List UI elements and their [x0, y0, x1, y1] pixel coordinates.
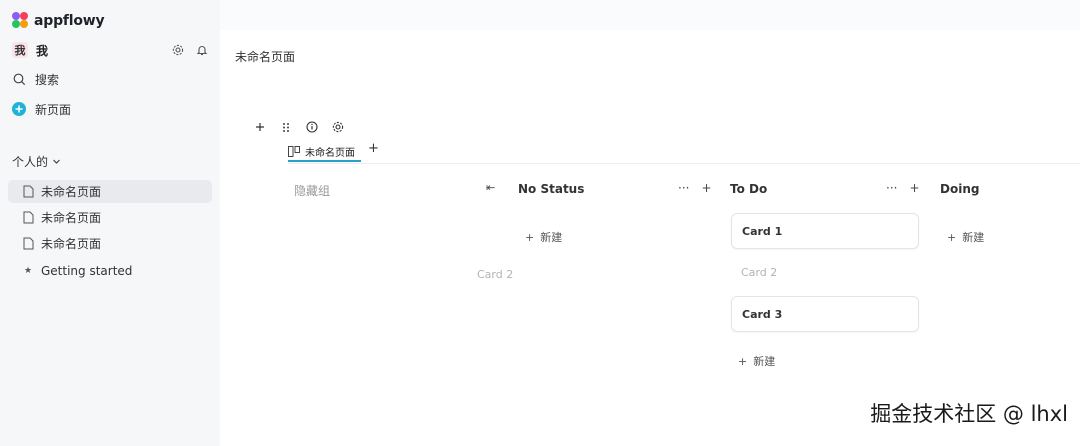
column-actions: ··· + — [886, 181, 920, 195]
plus-circle-icon — [12, 102, 26, 116]
drag-handle-icon[interactable] — [280, 120, 292, 134]
board-icon — [288, 145, 300, 157]
block-toolbar — [254, 120, 344, 134]
settings-gear-icon[interactable] — [172, 41, 184, 60]
more-options-icon[interactable]: ··· — [678, 181, 689, 195]
board-card[interactable]: Card 3 — [731, 296, 919, 332]
appflowy-logo-icon — [12, 12, 29, 29]
new-card-label: 新建 — [962, 231, 985, 244]
column-header-no-status: No Status — [518, 182, 585, 196]
app-window: appflowy 我 我 搜索 新页面 个人的 未命名页面 未命名页面 未命名页… — [0, 0, 1080, 446]
tab-underline — [288, 160, 361, 162]
sidebar-page-item[interactable]: 未命名页面 — [8, 232, 212, 255]
new-card-button[interactable]: + 新建 — [738, 353, 775, 369]
watermark: 掘金技术社区 @ lhxl — [870, 402, 1068, 426]
top-bar — [220, 0, 1080, 30]
page-icon — [22, 185, 34, 198]
search-icon — [12, 72, 26, 86]
new-page-label: 新页面 — [35, 102, 72, 117]
section-personal[interactable]: 个人的 — [12, 153, 61, 170]
sidebar-page-item[interactable]: 未命名页面 — [8, 180, 212, 203]
card-drop-placeholder: Card 2 — [741, 266, 778, 279]
new-card-label: 新建 — [753, 355, 776, 368]
divider — [288, 163, 1080, 164]
search-label: 搜索 — [35, 72, 60, 87]
add-card-icon[interactable]: + — [701, 181, 711, 195]
sidebar-search[interactable]: 搜索 — [12, 69, 59, 89]
collapse-left-icon[interactable]: ⇤ — [486, 181, 495, 194]
sidebar-page-label: 未命名页面 — [41, 211, 102, 225]
page-title: 未命名页面 — [235, 50, 296, 64]
dragging-card-ghost: Card 2 — [477, 268, 514, 281]
plus-icon: + — [738, 354, 748, 368]
sidebar-page-item[interactable]: 未命名页面 — [8, 206, 212, 229]
page-icon — [22, 211, 34, 224]
plus-icon: + — [947, 230, 957, 244]
add-block-icon[interactable] — [254, 120, 266, 134]
brand-name: appflowy — [34, 12, 105, 29]
avatar[interactable]: 我 — [12, 42, 28, 58]
sidebar: appflowy 我 我 搜索 新页面 个人的 未命名页面 未命名页面 未命名页… — [0, 0, 220, 446]
column-header-to-do: To Do — [730, 182, 768, 196]
section-label: 个人的 — [12, 155, 49, 169]
new-card-label: 新建 — [540, 231, 563, 244]
hidden-group-label: 隐藏组 — [294, 184, 331, 198]
gear-icon[interactable] — [332, 120, 344, 134]
tab-board-view[interactable]: 未命名页面 — [288, 140, 361, 162]
add-view-button[interactable]: + — [368, 141, 379, 156]
view-tab-label: 未命名页面 — [305, 147, 355, 159]
more-options-icon[interactable]: ··· — [886, 181, 897, 195]
notification-bell-icon[interactable] — [196, 41, 208, 60]
sidebar-page-item[interactable]: ★ Getting started — [8, 259, 212, 282]
plus-icon: + — [525, 230, 535, 244]
new-page-button[interactable]: 新页面 — [12, 99, 71, 119]
new-card-button[interactable]: + 新建 — [525, 229, 562, 245]
column-header-doing: Doing — [940, 182, 980, 196]
sidebar-page-label: 未命名页面 — [41, 237, 102, 251]
column-actions: ··· + — [678, 181, 712, 195]
chevron-down-icon — [52, 157, 61, 166]
main-content: 未命名页面 未命名页面 + 隐藏组 ⇤ No Status ··· + + 新建… — [220, 0, 1080, 446]
info-icon[interactable] — [306, 120, 318, 134]
add-card-icon[interactable]: + — [909, 181, 919, 195]
sidebar-page-label: 未命名页面 — [41, 185, 102, 199]
app-logo: appflowy — [12, 12, 105, 29]
board-card[interactable]: Card 1 — [731, 213, 919, 249]
new-card-button[interactable]: + 新建 — [947, 229, 984, 245]
page-icon — [22, 237, 34, 250]
star-icon: ★ — [23, 265, 33, 276]
user-row[interactable]: 我 我 — [12, 41, 208, 59]
sidebar-page-label: Getting started — [41, 263, 133, 278]
user-name: 我 — [36, 43, 49, 58]
